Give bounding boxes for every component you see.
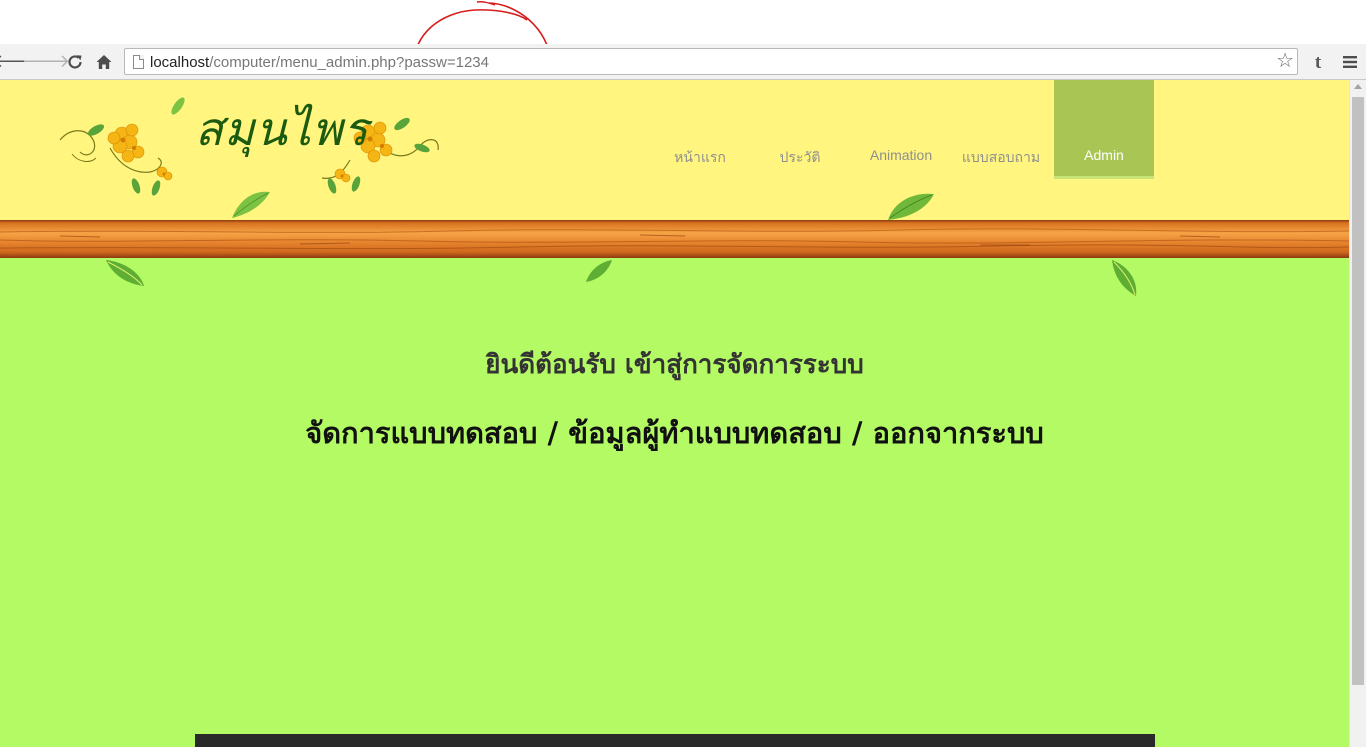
manage-quiz-link[interactable]: จัดการแบบทดสอบ xyxy=(305,416,537,450)
footer-bar xyxy=(195,734,1155,747)
nav-item-questionnaire[interactable]: แบบสอบถาม xyxy=(960,147,1042,169)
site-logo-text: สมุนไพร xyxy=(195,102,370,156)
link-separator: / xyxy=(841,416,873,450)
leaf-decoration xyxy=(586,260,612,282)
hamburger-menu-icon[interactable] xyxy=(1339,51,1361,73)
url-text[interactable]: localhost/computer/menu_admin.php?passw=… xyxy=(150,54,489,71)
wood-grain-texture xyxy=(0,228,1349,250)
browser-toolbar: 🡐 🡒 localhost/computer/menu_admin.php?pa… xyxy=(0,44,1366,80)
star-icon[interactable]: ☆ xyxy=(1276,50,1294,70)
link-separator: / xyxy=(537,416,569,450)
scrollbar-thumb[interactable] xyxy=(1352,97,1364,685)
leaf-decoration xyxy=(888,193,934,220)
nav-item-history[interactable]: ประวัติ xyxy=(760,147,840,169)
logout-link[interactable]: ออกจากระบบ xyxy=(873,416,1044,450)
address-bar[interactable]: localhost/computer/menu_admin.php?passw=… xyxy=(124,48,1298,75)
nav-item-animation[interactable]: Animation xyxy=(860,147,942,163)
site-logo[interactable]: สมุนไพร xyxy=(50,88,450,223)
reload-icon[interactable] xyxy=(64,51,86,73)
nav-item-home[interactable]: หน้าแรก xyxy=(660,147,740,169)
scroll-up-arrow-icon[interactable] xyxy=(1354,84,1362,89)
web-page: สมุนไพร หน้าแรก ประวัติ Animation แบบสอบ… xyxy=(0,80,1349,747)
url-path: /computer/menu_admin.php?passw=1234 xyxy=(209,54,489,71)
forward-arrow-icon[interactable]: 🡒 xyxy=(22,51,70,73)
nav-item-admin[interactable]: Admin xyxy=(1054,147,1154,163)
site-header: สมุนไพร หน้าแรก ประวัติ Animation แบบสอบ… xyxy=(0,80,1349,222)
tumblr-icon[interactable]: t xyxy=(1307,51,1329,73)
url-host: localhost xyxy=(150,54,210,71)
admin-menu-links: จัดการแบบทดสอบ / ข้อมูลผู้ทำแบบทดสอบ / อ… xyxy=(0,410,1349,456)
home-icon[interactable] xyxy=(93,51,115,73)
leaf-decoration xyxy=(106,260,144,286)
welcome-heading: ยินดีต้อนรับ เข้าสู่การจัดการระบบ xyxy=(485,350,864,380)
browser-window: 🡐 🡒 localhost/computer/menu_admin.php?pa… xyxy=(0,0,1366,747)
leaf-decoration xyxy=(1112,260,1137,296)
quiz-takers-info-link[interactable]: ข้อมูลผู้ทำแบบทดสอบ xyxy=(568,416,842,450)
page-icon xyxy=(133,55,144,69)
vertical-scrollbar[interactable] xyxy=(1349,80,1366,747)
